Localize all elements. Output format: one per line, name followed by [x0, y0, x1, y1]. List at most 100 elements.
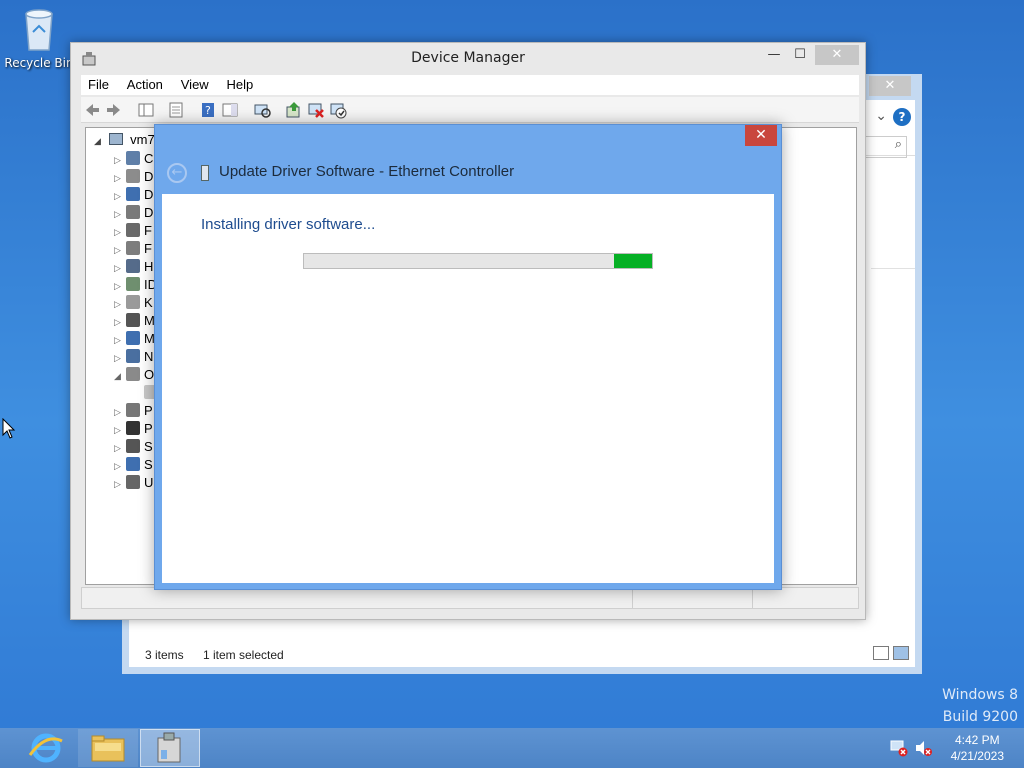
device-category-icon — [126, 403, 140, 417]
enable-device-icon[interactable] — [329, 101, 347, 119]
recycle-bin-icon — [22, 6, 56, 52]
watermark-line-2: Build 9200 — [942, 709, 1018, 725]
scan-for-hardware-changes-icon[interactable] — [253, 101, 271, 119]
status-selection: 1 item selected — [203, 648, 284, 662]
expand-arrow-icon[interactable]: ▷ — [114, 295, 126, 313]
help-book-icon[interactable]: ? — [199, 101, 217, 119]
expand-arrow-icon[interactable]: ▷ — [114, 439, 126, 457]
taskbar-device-manager-button[interactable] — [140, 729, 200, 767]
svg-text:?: ? — [205, 104, 211, 117]
tree-item-label: K — [144, 295, 153, 310]
network-disconnected-icon[interactable] — [890, 739, 908, 757]
status-item-count: 3 items — [145, 648, 184, 662]
explorer-divider — [871, 268, 915, 269]
maximize-button[interactable]: ☐ — [787, 45, 813, 65]
menu-help[interactable]: Help — [220, 75, 261, 95]
expand-arrow-icon[interactable]: ▷ — [114, 457, 126, 475]
taskbar: 4:42 PM 4/21/2023 — [0, 728, 1024, 768]
toolbar: ? — [81, 97, 859, 123]
tree-item-label: U — [144, 475, 154, 490]
os-watermark: Windows 8 Build 9200 — [942, 684, 1018, 728]
device-category-icon — [126, 457, 140, 471]
help-icon[interactable]: ? — [893, 108, 911, 126]
properties-icon[interactable] — [167, 101, 185, 119]
tree-item-label: D — [144, 205, 154, 220]
device-category-icon — [126, 331, 140, 345]
taskbar-file-explorer-button[interactable] — [78, 729, 138, 767]
menu-bar: File Action View Help — [81, 75, 859, 95]
recycle-bin-shortcut[interactable]: Recycle Bin — [4, 6, 74, 70]
back-arrow-icon[interactable] — [83, 101, 101, 119]
device-category-icon — [126, 187, 140, 201]
expand-arrow-icon[interactable]: ▷ — [114, 331, 126, 349]
network-adapter-icon — [201, 165, 209, 181]
device-category-icon — [126, 241, 140, 255]
menu-view[interactable]: View — [174, 75, 216, 95]
tree-item-label: F — [144, 223, 152, 238]
dialog-content: Installing driver software... — [162, 194, 774, 583]
device-category-icon — [126, 205, 140, 219]
back-button-icon[interactable]: ← — [167, 163, 187, 183]
internet-explorer-icon — [28, 733, 63, 763]
mouse-cursor-icon — [2, 417, 16, 443]
status-divider — [632, 588, 633, 608]
tree-item-label: F — [144, 241, 152, 256]
device-category-icon — [126, 475, 140, 489]
volume-muted-icon[interactable] — [914, 739, 932, 757]
tree-item-label: C — [144, 151, 154, 166]
menu-file[interactable]: File — [81, 75, 116, 95]
device-category-icon — [126, 277, 140, 291]
ribbon-expand-chevron-icon[interactable]: ⌄ — [875, 108, 887, 124]
taskbar-internet-explorer-button[interactable] — [16, 729, 76, 767]
expand-arrow-icon[interactable]: ▷ — [114, 313, 126, 331]
expand-arrow-icon[interactable]: ▷ — [114, 349, 126, 367]
tree-item-label: D — [144, 169, 154, 184]
tree-item-label: P — [144, 421, 153, 436]
device-category-icon — [126, 313, 140, 327]
recycle-bin-label: Recycle Bin — [4, 56, 74, 70]
expand-arrow-icon[interactable]: ▷ — [114, 187, 126, 205]
forward-arrow-icon[interactable] — [105, 101, 123, 119]
expand-arrow-icon[interactable]: ▷ — [114, 403, 126, 421]
large-icons-view-icon[interactable] — [893, 646, 909, 660]
show-hide-console-tree-icon[interactable] — [137, 101, 155, 119]
update-driver-icon[interactable] — [285, 101, 303, 119]
tree-item-label: H — [144, 259, 154, 274]
dialog-title: Update Driver Software - Ethernet Contro… — [219, 163, 515, 180]
expand-arrow-icon[interactable]: ▷ — [114, 169, 126, 187]
tree-root[interactable]: ◢ vm7 — [94, 132, 155, 147]
show-hide-action-pane-icon[interactable] — [221, 101, 239, 119]
menu-action[interactable]: Action — [120, 75, 170, 95]
watermark-line-1: Windows 8 — [942, 687, 1018, 703]
details-view-icon[interactable] — [873, 646, 889, 660]
tree-item-label: O — [144, 367, 155, 382]
expand-arrow-icon[interactable]: ▷ — [114, 259, 126, 277]
dialog-close-button[interactable]: ✕ — [745, 125, 777, 146]
device-category-icon — [126, 223, 140, 237]
expand-arrow-icon[interactable]: ▷ — [114, 421, 126, 439]
uninstall-device-icon[interactable] — [307, 101, 325, 119]
expand-arrow-icon[interactable]: ▷ — [114, 277, 126, 295]
device-category-icon — [126, 439, 140, 453]
explorer-close-button[interactable]: ✕ — [869, 76, 911, 96]
collapse-arrow-icon[interactable]: ◢ — [114, 367, 126, 385]
window-title: Device Manager — [411, 50, 525, 66]
expand-arrow-icon[interactable]: ▷ — [114, 241, 126, 259]
device-category-icon — [126, 367, 140, 381]
minimize-button[interactable]: — — [761, 45, 787, 65]
computer-icon — [108, 133, 123, 145]
expand-arrow-icon[interactable]: ▷ — [114, 151, 126, 169]
status-bar — [81, 587, 859, 609]
system-clock[interactable]: 4:42 PM 4/21/2023 — [951, 732, 1004, 764]
clock-time: 4:42 PM — [954, 733, 1000, 747]
collapse-arrow-icon[interactable]: ◢ — [94, 136, 101, 146]
file-explorer-folder-icon — [91, 735, 125, 762]
device-manager-taskbar-icon — [157, 732, 181, 763]
expand-arrow-icon[interactable]: ▷ — [114, 205, 126, 223]
update-driver-dialog: ✕ ← Update Driver Software - Ethernet Co… — [154, 124, 782, 590]
expand-arrow-icon[interactable]: ▷ — [114, 223, 126, 241]
expand-arrow-icon[interactable]: ▷ — [114, 475, 126, 493]
device-category-icon — [126, 259, 140, 273]
tree-item-label: D — [144, 187, 154, 202]
close-button[interactable]: ✕ — [815, 45, 859, 65]
